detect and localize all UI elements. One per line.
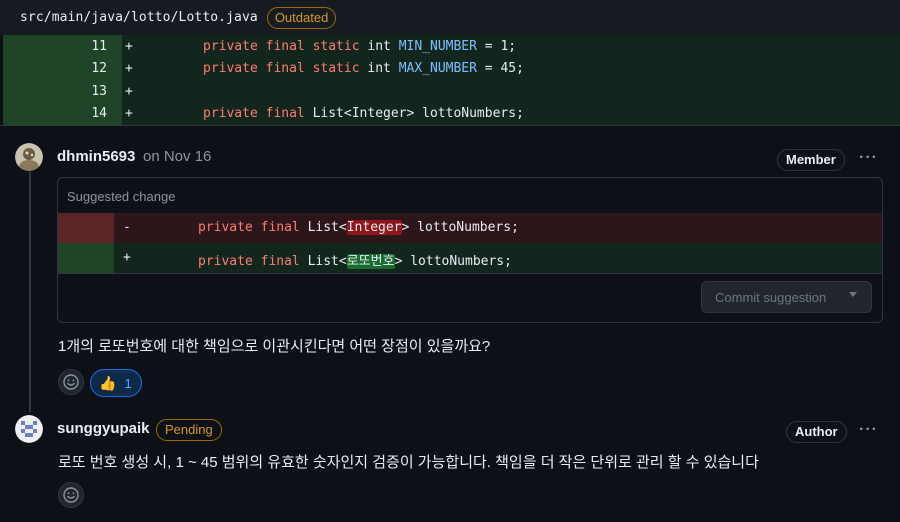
code-diff: 11 + private final static int MIN_NUMBER… [3,35,900,125]
add-reaction-button[interactable] [58,482,84,508]
line-number[interactable]: 11 [3,35,122,58]
code-text: private final static int MIN_NUMBER = 1; [203,38,517,54]
pending-badge: Pending [156,419,222,441]
outdated-badge: Outdated [266,6,337,29]
code-text: private final List<로또번호> lottoNumbers; [198,254,512,269]
thread-line [29,172,31,412]
triangle-down-icon[interactable] [849,292,857,297]
diff-line: 11 + private final static int MIN_NUMBER… [3,35,900,58]
thumbs-up-icon: 👍 [99,374,117,391]
reaction-count: 1 [124,375,132,391]
commit-suggestion-button[interactable]: Commit suggestion [701,281,872,313]
divider [58,273,882,274]
diff-sign: + [123,250,131,265]
code-text: private final List<Integer> lottoNumbers… [198,220,519,235]
diff-line: 13 + [3,80,900,103]
diff-sign: + [125,83,133,99]
code-text: private final static int MAX_NUMBER = 45… [203,61,524,77]
diff-sign: + [125,61,133,77]
removed-gutter [58,213,114,243]
thumbs-up-reaction[interactable]: 👍 1 [90,369,142,397]
author-badge: Author [786,421,847,443]
comment-timestamp[interactable]: on Nov 16 [143,148,211,165]
diff-sign: + [125,106,133,122]
smiley-icon [63,487,79,503]
comment-author[interactable]: dhmin5693 [57,148,135,165]
kebab-horizontal-icon[interactable]: ··· [859,421,878,439]
suggested-change-box: Suggested change - private final List<In… [57,177,883,323]
diff-line: 14 + private final List<Integer> lottoNu… [3,102,900,125]
member-badge: Member [777,149,845,171]
suggestion-removed-line: - private final List<Integer> lottoNumbe… [58,213,882,243]
smiley-icon [63,374,79,390]
line-number[interactable]: 12 [3,57,122,80]
diff-sign: + [125,38,133,54]
line-number[interactable]: 14 [3,102,122,125]
diff-line: 12 + private final static int MAX_NUMBER… [3,57,900,80]
file-path[interactable]: src/main/java/lotto/Lotto.java [20,10,258,25]
kebab-horizontal-icon[interactable]: ··· [859,149,878,167]
suggestion-added-line: + private final List<로또번호> lottoNumbers; [58,243,882,273]
line-number[interactable]: 13 [3,80,122,103]
file-header: src/main/java/lotto/Lotto.java Outdated [0,0,900,35]
add-reaction-button[interactable] [58,369,84,395]
comment-body: 1개의 로또번호에 대한 책임으로 이관시킨다면 어떤 장점이 있을까요? [58,338,491,355]
avatar[interactable] [15,143,43,171]
code-text: private final List<Integer> lottoNumbers… [203,106,524,122]
commit-suggestion-label: Commit suggestion [715,289,827,305]
divider [0,125,900,126]
comment-body: 로또 번호 생성 시, 1 ~ 45 범위의 유효한 숫자인지 검증이 가능합니… [58,454,759,471]
avatar[interactable] [15,415,43,443]
suggested-change-title: Suggested change [67,189,176,204]
diff-sign: - [123,220,131,235]
comment-author[interactable]: sunggyupaik [57,420,150,437]
added-gutter [58,243,114,273]
